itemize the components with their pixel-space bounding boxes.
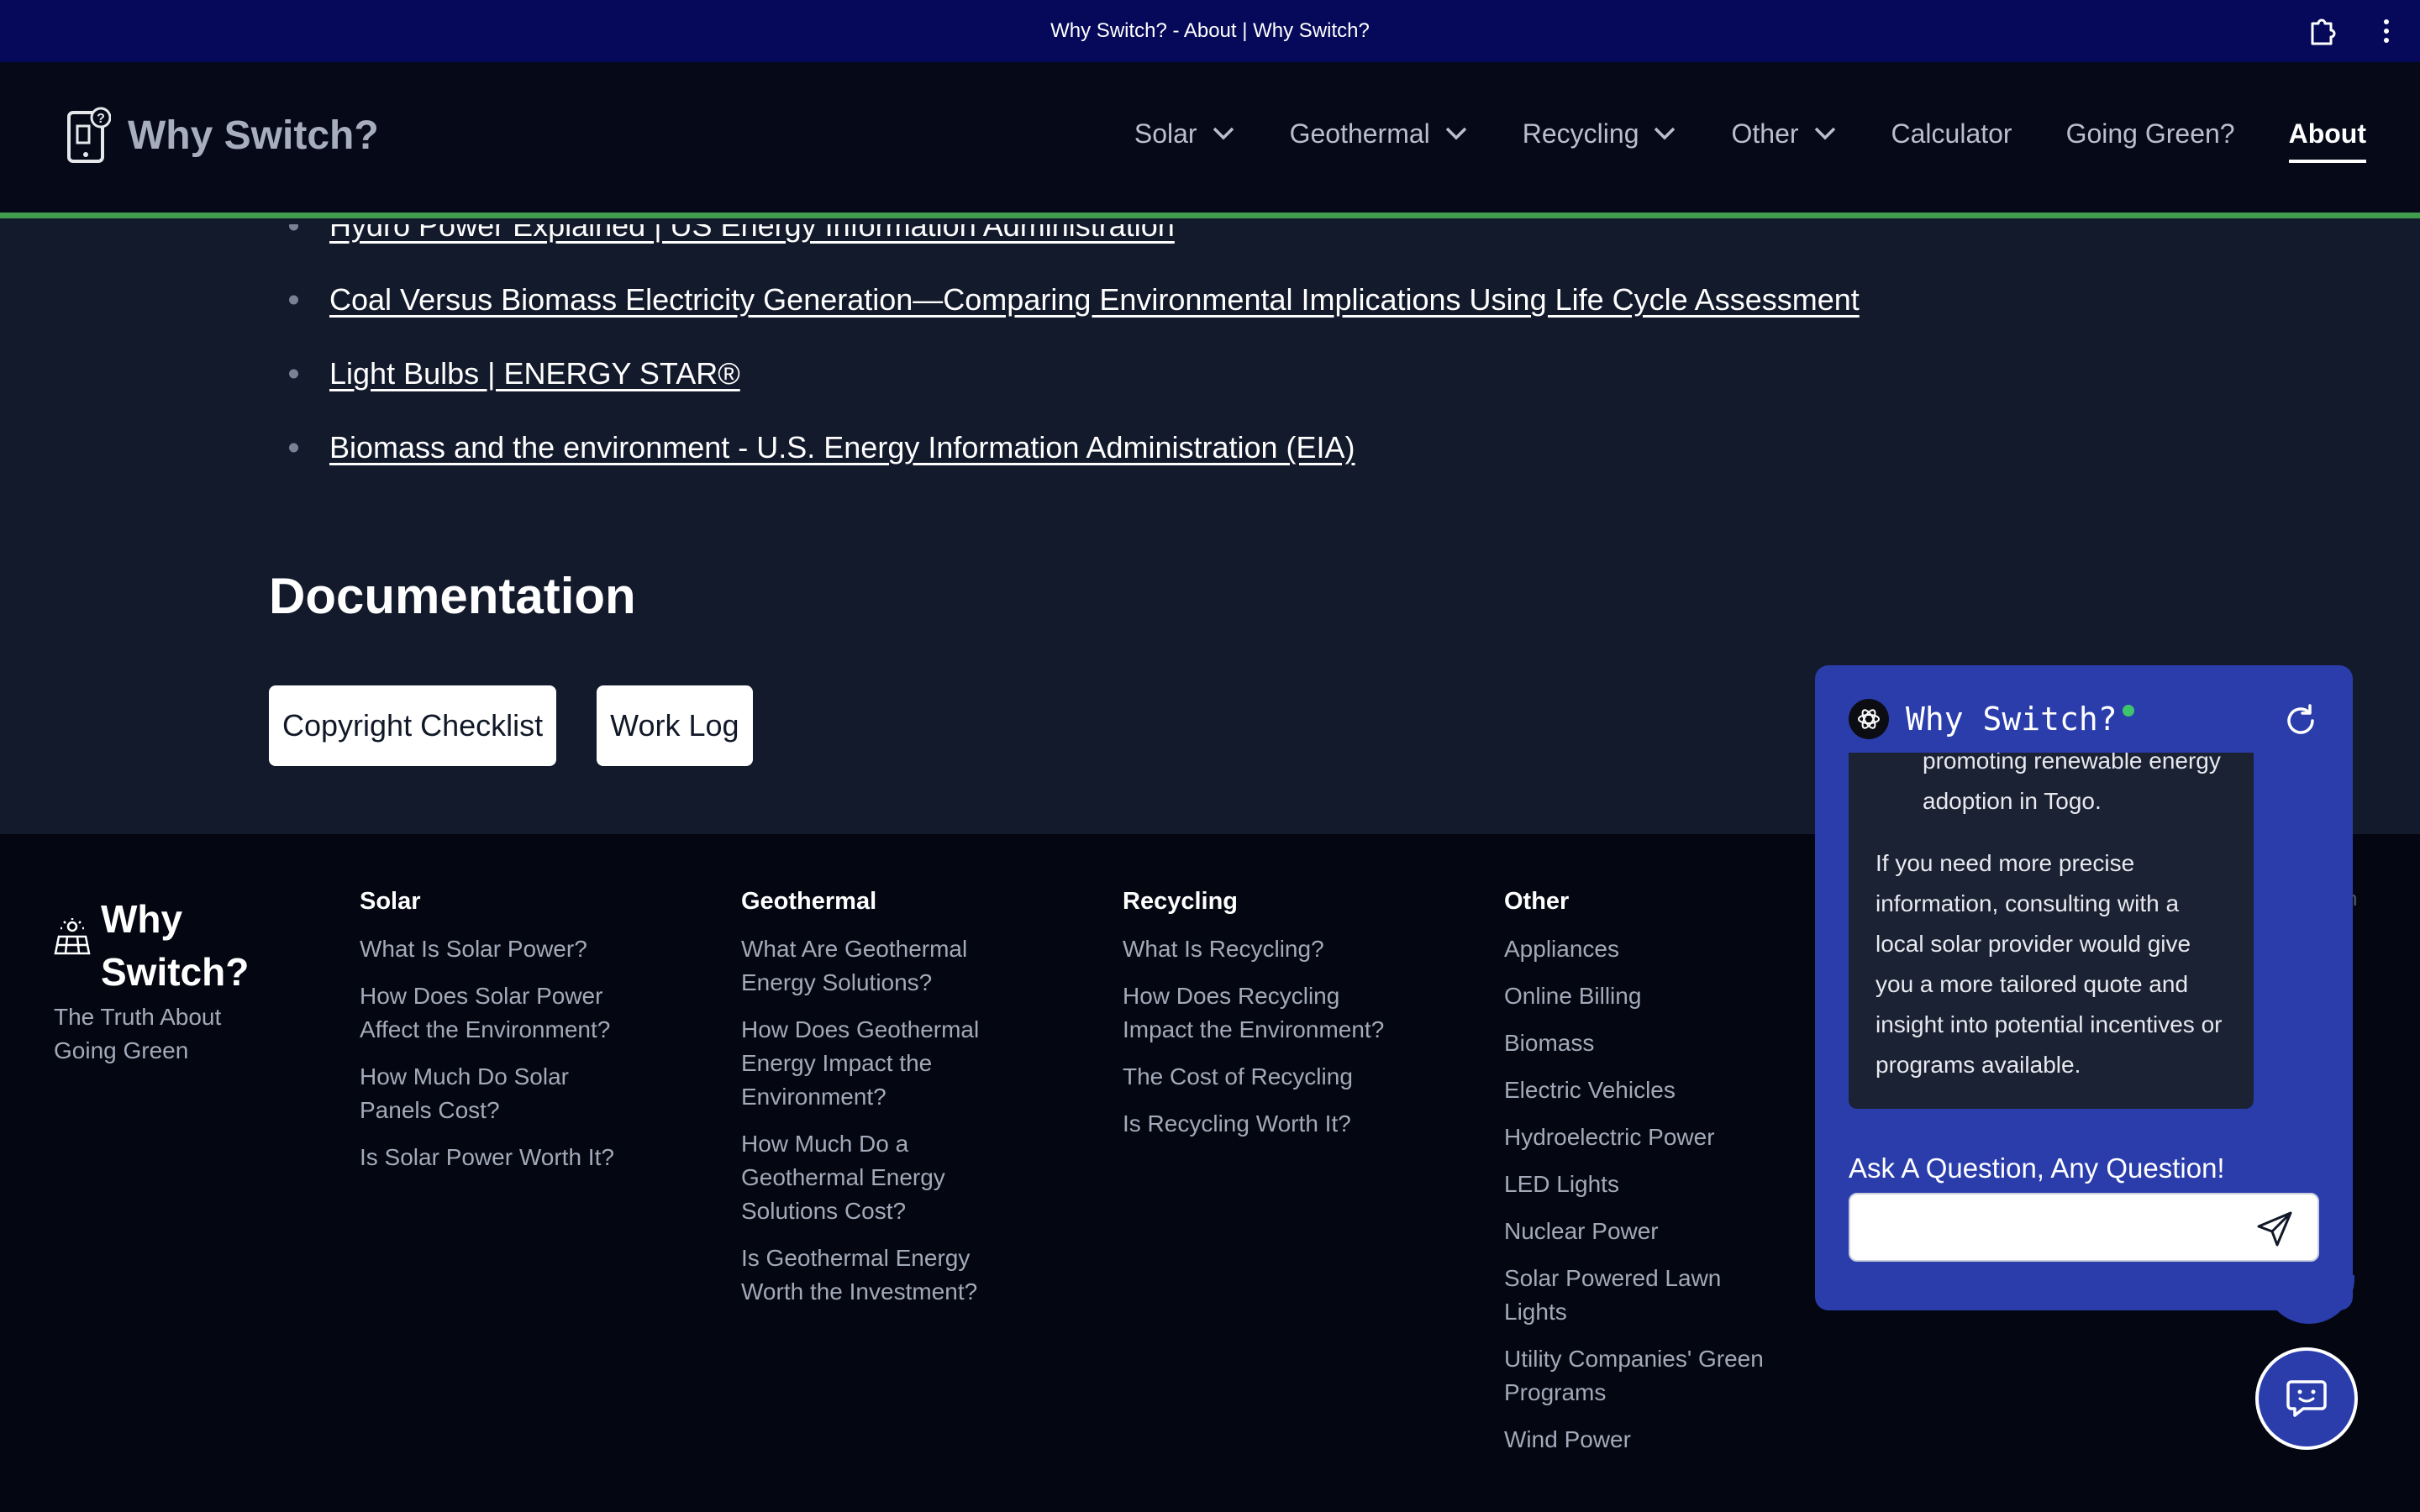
nav-item-calculator[interactable]: Calculator (1891, 113, 2012, 155)
menu-kebab-icon[interactable] (2376, 15, 2396, 47)
nav-item-about[interactable]: About (2288, 113, 2367, 163)
footer-link[interactable]: Electric Vehicles (1504, 1074, 1781, 1107)
nav-item-recycling[interactable]: Recycling (1523, 113, 1678, 155)
browser-title-bar: Why Switch? - About | Why Switch? (0, 0, 2420, 62)
chat-title: Why Switch? (1906, 701, 2118, 738)
footer-column-title: Solar (360, 888, 421, 915)
nav-label: Solar (1134, 118, 1197, 149)
nav-label: About (2288, 118, 2366, 149)
assistant-message: promoting renewable energy adoption in T… (1849, 753, 2254, 1109)
chevron-down-icon (1445, 127, 1467, 140)
footer-link[interactable]: Biomass (1504, 1026, 1781, 1060)
nav-item-geothermal[interactable]: Geothermal (1290, 113, 1469, 155)
footer-column-recycling: Recycling What Is Recycling? How Does Re… (1123, 888, 1400, 1154)
footer-link[interactable]: Nuclear Power (1504, 1215, 1781, 1248)
site-header: ? Why Switch? Solar Geothermal Recycling… (0, 62, 2420, 218)
list-item: Coal Versus Biomass Electricity Generati… (289, 263, 1860, 337)
nav-label: Geothermal (1289, 118, 1430, 149)
chat-question-input[interactable] (1865, 1194, 2252, 1260)
chat-input-box (1849, 1193, 2319, 1262)
footer-column-geothermal: Geothermal What Are Geothermal Energy So… (741, 888, 1018, 1322)
footer-link[interactable]: What Is Solar Power? (360, 932, 637, 966)
work-log-button[interactable]: Work Log (597, 685, 753, 766)
svg-text:?: ? (97, 112, 105, 126)
bullet (289, 295, 298, 305)
copyright-checklist-button[interactable]: Copyright Checklist (269, 685, 557, 766)
bullet (289, 224, 298, 231)
window-title: Why Switch? - About | Why Switch? (1050, 19, 1370, 42)
footer-link[interactable]: Solar Powered Lawn Lights (1504, 1262, 1781, 1329)
reference-link[interactable]: Coal Versus Biomass Electricity Generati… (329, 282, 1860, 318)
message-fragment: promoting renewable energy adoption in T… (1923, 753, 2221, 814)
footer-column-title: Other (1504, 888, 1570, 915)
nav-label: Other (1731, 118, 1799, 149)
footer-link[interactable]: How Much Do a Geothermal Energy Solution… (741, 1127, 1018, 1228)
footer-brand-name: Why Switch? (101, 897, 250, 994)
footer-link[interactable]: What Are Geothermal Energy Solutions? (741, 932, 1018, 1000)
chevron-down-icon (1814, 127, 1835, 140)
list-item: Light Bulbs | ENERGY STAR® (289, 337, 1860, 411)
refresh-icon[interactable] (2282, 702, 2319, 739)
footer-link[interactable]: The Cost of Recycling (1123, 1060, 1400, 1094)
footer-link[interactable]: How Does Geothermal Energy Impact the En… (741, 1013, 1018, 1114)
openai-logo-icon (1849, 699, 1889, 739)
footer-column-title: Geothermal (741, 888, 877, 915)
nav-label: Going Green? (2065, 118, 2235, 149)
footer-link[interactable]: Is Geothermal Energy Worth the Investmen… (741, 1242, 1018, 1309)
footer-link[interactable]: How Much Do Solar Panels Cost? (360, 1060, 637, 1127)
chat-bubble-icon (2286, 1380, 2327, 1417)
phone-logo-icon: ? (66, 106, 112, 165)
solar-panel-icon (54, 918, 91, 957)
footer-link[interactable]: Is Solar Power Worth It? (360, 1141, 637, 1174)
nav-label: Calculator (1891, 118, 2012, 149)
documentation-buttons: Copyright Checklist Work Log (269, 685, 793, 766)
chat-widget: Why Switch? promoting renewable energy a… (1815, 665, 2353, 1310)
nav-item-going-green[interactable]: Going Green? (2066, 113, 2235, 155)
footer-column-other: Other Appliances Online Billing Biomass … (1504, 888, 1781, 1470)
bullet (289, 443, 298, 453)
footer-link[interactable]: Online Billing (1504, 979, 1781, 1013)
bullet (289, 369, 298, 379)
footer-link[interactable]: Appliances (1504, 932, 1781, 966)
chat-header: Why Switch? (1849, 697, 2319, 741)
footer-link[interactable]: How Does Recycling Impact the Environmen… (1123, 979, 1400, 1047)
list-item: Biomass and the environment - U.S. Energ… (289, 411, 1860, 485)
chat-toggle-button[interactable] (2255, 1347, 2358, 1450)
footer-link[interactable]: LED Lights (1504, 1168, 1781, 1201)
footer-link[interactable]: Utility Companies' Green Programs (1504, 1342, 1781, 1410)
list-item: Hydro Power Explained | US Energy Inform… (289, 224, 1860, 263)
footer-link[interactable]: Wind Power (1504, 1423, 1781, 1457)
footer-link[interactable]: How Does Solar Power Affect the Environm… (360, 979, 637, 1047)
reference-link[interactable]: Hydro Power Explained | US Energy Inform… (329, 224, 1175, 244)
chevron-down-icon (1655, 127, 1676, 140)
footer-link[interactable]: What Is Recycling? (1123, 932, 1400, 966)
footer-column-title: Recycling (1123, 888, 1238, 915)
footer-column-solar: Solar What Is Solar Power? How Does Sola… (360, 888, 637, 1188)
footer-brand[interactable]: Why Switch? The Truth About Going Green (54, 893, 269, 1068)
chat-messages[interactable]: promoting renewable energy adoption in T… (1849, 753, 2254, 1134)
online-status-indicator (2120, 703, 2136, 718)
chat-prompt-label: Ask A Question, Any Question! (1849, 1152, 2225, 1184)
footer-link[interactable]: Is Recycling Worth It? (1123, 1107, 1400, 1141)
message-paragraph: If you need more precise information, co… (1876, 850, 2223, 1078)
nav-label: Recycling (1522, 118, 1639, 149)
footer-tagline: The Truth About Going Green (54, 1004, 222, 1063)
brand-name: Why Switch? (128, 113, 379, 158)
send-icon[interactable] (2255, 1210, 2294, 1248)
extensions-icon[interactable] (2306, 15, 2338, 47)
footer-link[interactable]: Hydroelectric Power (1504, 1121, 1781, 1154)
brand-link[interactable]: ? Why Switch? (66, 106, 379, 165)
chevron-down-icon (1213, 127, 1234, 140)
reference-link[interactable]: Light Bulbs | ENERGY STAR® (329, 356, 740, 391)
nav-item-solar[interactable]: Solar (1134, 113, 1236, 155)
documentation-heading: Documentation (269, 568, 636, 624)
nav-item-other[interactable]: Other (1731, 113, 1837, 155)
main-nav: Solar Geothermal Recycling Other Calcula… (1081, 113, 2367, 163)
reference-link[interactable]: Biomass and the environment - U.S. Energ… (329, 430, 1355, 465)
references-list: Hydro Power Explained | US Energy Inform… (289, 224, 1860, 485)
